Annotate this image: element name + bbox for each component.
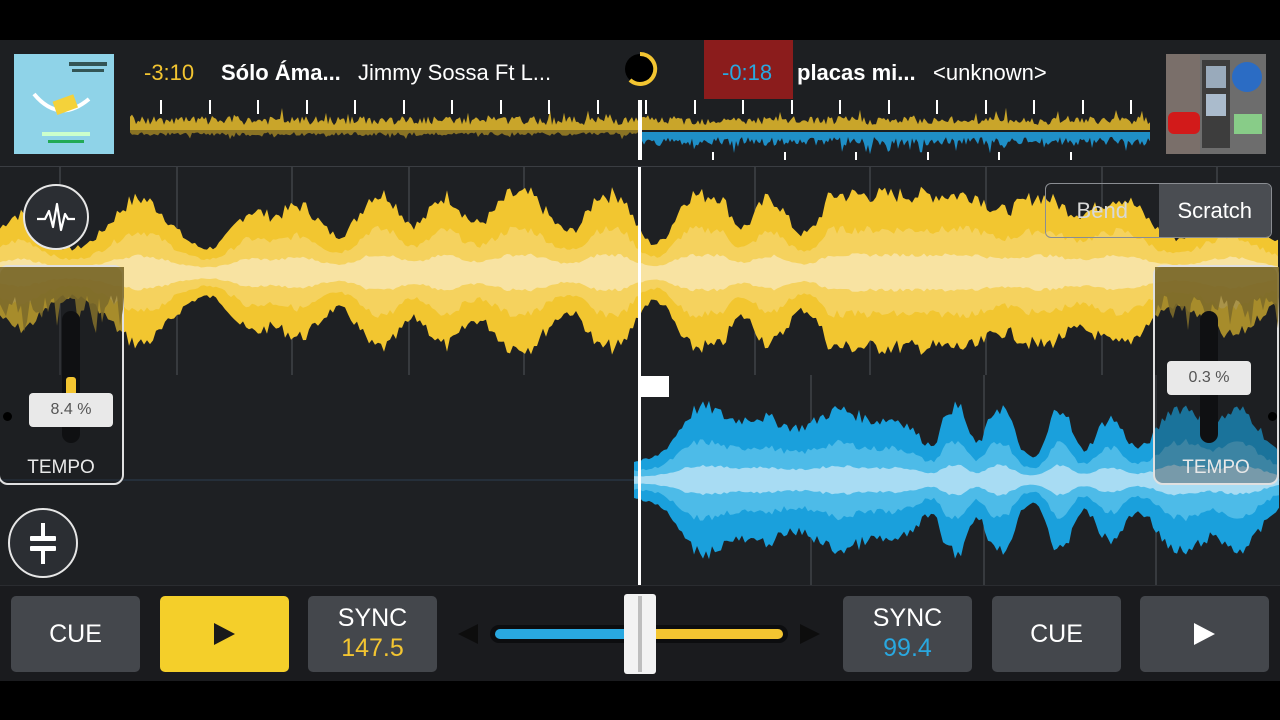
- deck-b-cue-button[interactable]: CUE: [992, 596, 1121, 672]
- deck-b-tempo-panel: 0.3 % TEMPO: [1153, 265, 1279, 485]
- overview-beat-marker: [784, 152, 786, 160]
- crossfader-deck-b-track: [641, 629, 783, 639]
- overview-beat-marker: [742, 100, 744, 114]
- overview-beat-marker: [548, 100, 550, 114]
- overview-beat-marker: [209, 100, 211, 114]
- bend-scratch-toggle[interactable]: Bend Scratch: [1045, 183, 1272, 238]
- overview-beat-marker: [1033, 100, 1035, 114]
- arrow-right-icon: [800, 624, 820, 644]
- overview-beat-marker: [694, 100, 696, 114]
- overview-beat-marker: [791, 100, 793, 114]
- playhead-line: [638, 167, 641, 585]
- overview-beat-marker: [306, 100, 308, 114]
- overview-beat-marker: [855, 152, 857, 160]
- overview-beat-marker: [1130, 100, 1132, 114]
- crossfader[interactable]: [454, 594, 824, 674]
- arrow-left-icon: [458, 624, 478, 644]
- overview-beat-marker: [927, 152, 929, 160]
- deck-a-play-button[interactable]: [160, 596, 289, 672]
- eq-toggle-button[interactable]: [8, 508, 78, 578]
- overview-beat-marker: [500, 100, 502, 114]
- deck-a-tempo-label: TEMPO: [27, 457, 95, 478]
- deck-b-cover-art[interactable]: [1166, 54, 1266, 154]
- bend-option[interactable]: Bend: [1046, 184, 1159, 237]
- crossfader-handle: [624, 594, 656, 674]
- deck-b-tempo-value[interactable]: 0.3 %: [1167, 361, 1251, 395]
- waveform-toggle-button[interactable]: [23, 184, 89, 250]
- overview-beat-marker: [985, 100, 987, 114]
- overview-beat-marker: [998, 152, 1000, 160]
- play-icon: [214, 623, 235, 645]
- overview-beat-marker: [597, 100, 599, 114]
- equalizer-icon: [30, 523, 56, 564]
- deck-b-overview-waveform: [642, 132, 1150, 155]
- overview-beat-marker: [451, 100, 453, 114]
- deck-a-sync-label: SYNC: [337, 604, 408, 632]
- waveform-icon: [37, 202, 75, 232]
- deck-a-tempo-panel: 8.4 % TEMPO: [0, 265, 124, 485]
- deck-header: -3:10 Sólo Áma... Jimmy Sossa Ft L... -0…: [0, 40, 1280, 167]
- deck-a-overview-shadow: [130, 130, 640, 140]
- cue-marker: [641, 376, 669, 397]
- deck-a-tempo-value[interactable]: 8.4 %: [29, 393, 113, 427]
- dj-app: -3:10 Sólo Áma... Jimmy Sossa Ft L... -0…: [0, 40, 1280, 681]
- deck-b-sync-label: SYNC: [872, 604, 943, 632]
- deck-b-overview-shape: [642, 132, 1150, 155]
- transport-bar: CUE SYNC 147.5 SYNC 99.4 CUE: [0, 585, 1280, 681]
- overview-beat-marker: [712, 152, 714, 160]
- crossfader-deck-a-track: [495, 629, 641, 639]
- overview-beat-marker: [936, 100, 938, 114]
- overview-playhead: [638, 100, 642, 160]
- overview-beat-marker: [257, 100, 259, 114]
- overview-beat-marker: [839, 100, 841, 114]
- deck-a-sync-button[interactable]: SYNC 147.5: [308, 596, 437, 672]
- deck-b-sync-button[interactable]: SYNC 99.4: [843, 596, 972, 672]
- overview-beat-marker: [160, 100, 162, 114]
- deck-a-cue-button[interactable]: CUE: [11, 596, 140, 672]
- waveform-area[interactable]: 8.4 % TEMPO Bend Scratch 0.3 % TEMPO: [0, 167, 1280, 585]
- deck-b-tempo-label: TEMPO: [1182, 457, 1250, 478]
- track-overview[interactable]: [0, 40, 1280, 166]
- overview-beat-marker: [354, 100, 356, 114]
- overview-beat-marker: [1082, 100, 1084, 114]
- deck-a-tempo-dot: [3, 412, 12, 421]
- deck-a-bpm: 147.5: [341, 634, 404, 662]
- deck-b-bpm: 99.4: [883, 634, 932, 662]
- overview-beat-marker: [1070, 152, 1072, 160]
- play-icon: [1194, 623, 1215, 645]
- overview-beat-marker: [888, 100, 890, 114]
- deck-b-tempo-dot: [1268, 412, 1277, 421]
- overview-beat-marker: [403, 100, 405, 114]
- scratch-option[interactable]: Scratch: [1158, 184, 1271, 237]
- deck-b-play-button[interactable]: [1140, 596, 1269, 672]
- overview-beat-marker: [645, 100, 647, 114]
